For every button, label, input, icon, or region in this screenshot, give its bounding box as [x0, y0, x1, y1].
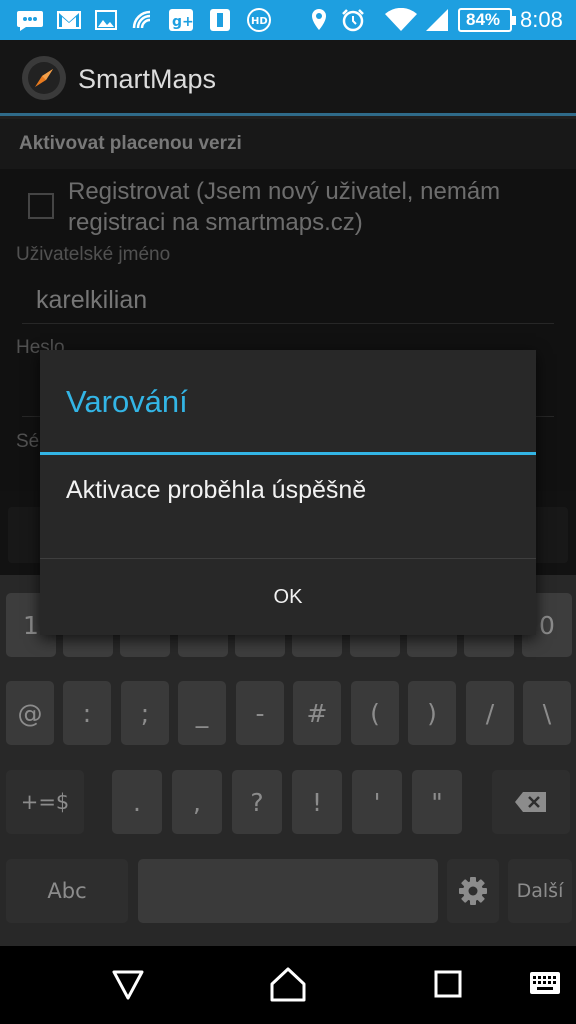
back-icon[interactable]	[108, 964, 148, 1004]
ok-button[interactable]: OK	[40, 559, 536, 635]
dialog-title: Varování	[66, 384, 188, 419]
gmail-icon	[57, 11, 81, 29]
dialog-message: Aktivace proběhla úspěšně	[66, 476, 367, 504]
dialog-title-divider	[40, 452, 536, 455]
message-icon	[17, 11, 43, 31]
location-icon	[312, 9, 326, 30]
wifi-icon	[385, 8, 417, 31]
keyboard-switch-icon[interactable]	[528, 964, 562, 1004]
nfc-icon	[132, 10, 151, 29]
action-bar: SmartMaps	[0, 40, 576, 116]
signal-icon	[426, 9, 448, 31]
home-icon[interactable]	[268, 964, 308, 1004]
svg-text:HD: HD	[251, 16, 268, 27]
clock: 8:08	[520, 7, 563, 32]
hd-icon: HD	[247, 8, 271, 32]
alarm-icon	[342, 9, 364, 32]
status-bar: g+ HD 84% 8:08	[0, 0, 576, 40]
recents-icon[interactable]	[428, 964, 468, 1004]
svg-text:g+: g+	[172, 14, 194, 30]
battery-level: 84%	[466, 10, 501, 29]
google-plus-icon: g+	[169, 9, 194, 31]
navigation-bar	[0, 946, 576, 1024]
image-icon	[95, 10, 117, 30]
app-title: SmartMaps	[78, 64, 217, 94]
alert-dialog: Varování Aktivace proběhla úspěšně OK	[40, 350, 536, 635]
compass-logo-icon[interactable]	[20, 54, 68, 102]
app-icon	[210, 9, 230, 31]
